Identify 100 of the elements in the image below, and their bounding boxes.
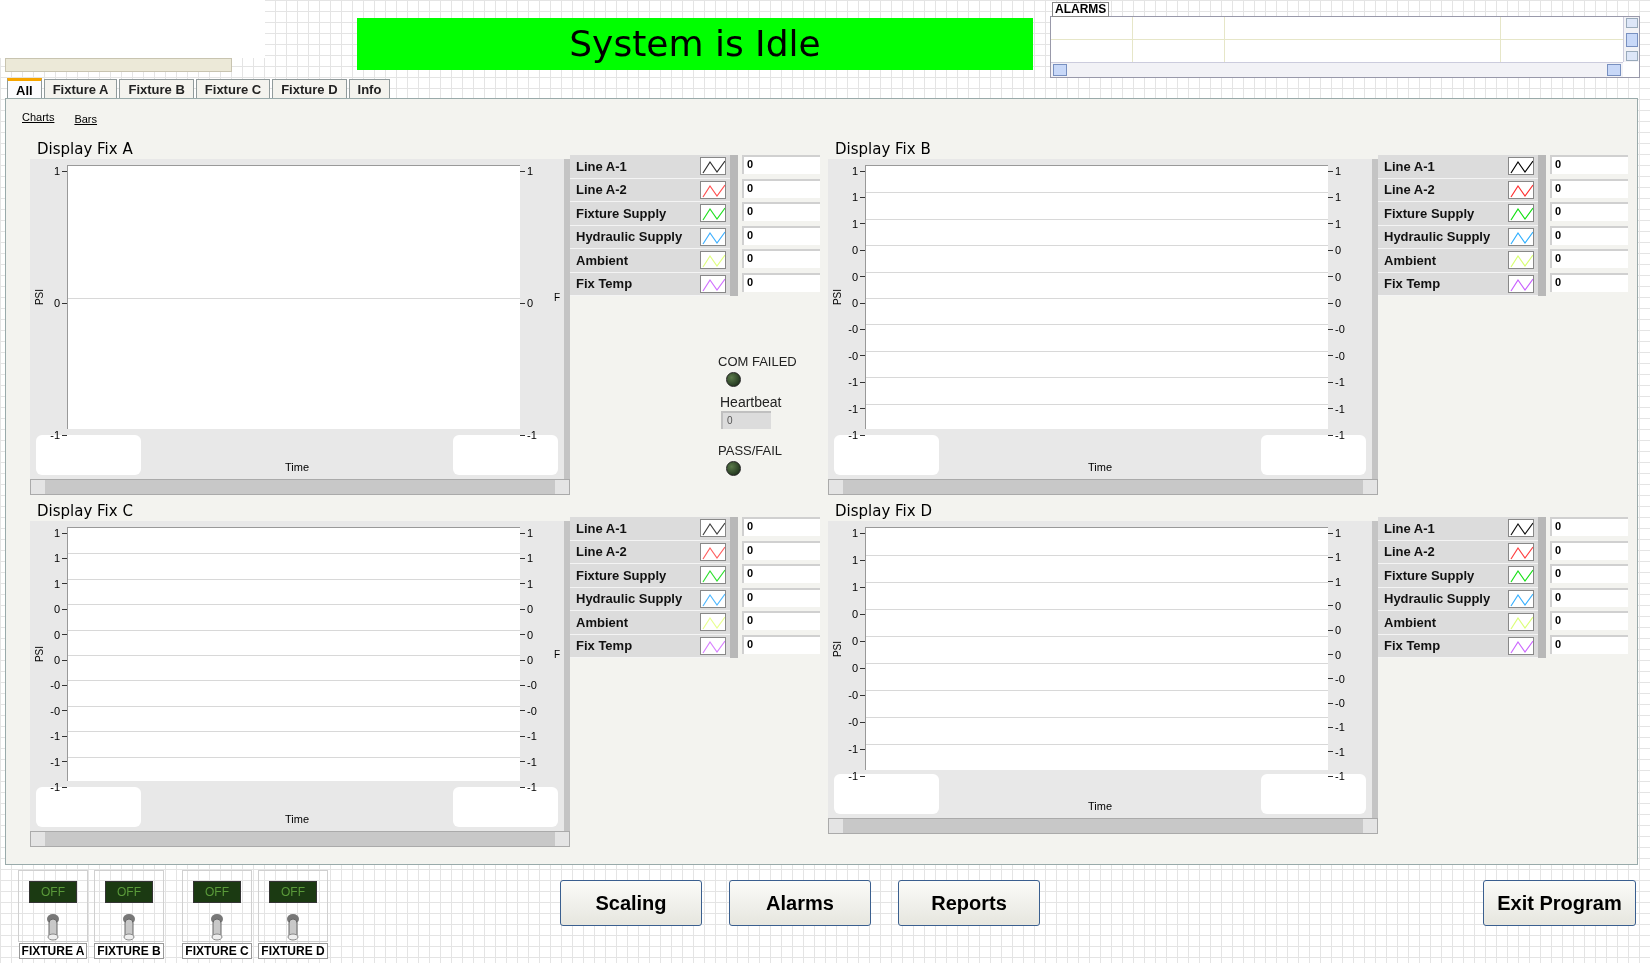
legend-label: Fixture Supply <box>576 566 667 585</box>
tick-label: -1 <box>1335 376 1345 389</box>
switch-label: FIXTURE D <box>258 943 328 959</box>
value-field: 0 <box>1550 634 1628 654</box>
chart-title: Display Fix B <box>835 139 932 159</box>
tick-label: -0 <box>50 704 60 717</box>
legend-label: Ambient <box>576 251 628 270</box>
value-field: 0 <box>742 272 820 292</box>
value-field: 0 <box>1550 540 1628 560</box>
tick-label: 1 <box>1335 575 1342 588</box>
action-button[interactable]: Scaling <box>560 880 702 926</box>
tab[interactable]: Fixture D <box>272 79 347 98</box>
tick-label: -1 <box>1335 721 1345 734</box>
axis-label: F <box>553 290 560 305</box>
value-field: 0 <box>742 517 820 536</box>
tick-label: -0 <box>848 716 858 728</box>
vertical-scrollbar[interactable] <box>1623 17 1639 62</box>
horizontal-scrollbar[interactable] <box>30 479 570 495</box>
tick-label: 0 <box>851 297 858 309</box>
tick-label: 1 <box>851 527 858 539</box>
legend-label: Hydraulic Supply <box>576 590 683 608</box>
tick-label: -0 <box>1335 697 1345 710</box>
tick-label: 0 <box>851 662 858 674</box>
value-field: 0 <box>742 611 820 630</box>
tick-label: -1 <box>848 770 858 782</box>
horizontal-scrollbar[interactable] <box>30 831 570 847</box>
view-link[interactable]: Bars <box>74 111 98 139</box>
switch-label: FIXTURE B <box>94 943 164 959</box>
tick-label: 0 <box>53 628 60 641</box>
value-field: 0 <box>1550 249 1628 268</box>
tick-label: 1 <box>53 165 60 177</box>
legend-label: Line A-2 <box>1384 543 1435 561</box>
indicator-label: Heartbeat <box>720 393 783 411</box>
horizontal-scrollbar[interactable] <box>828 479 1378 495</box>
legend-label: Ambient <box>1384 613 1436 632</box>
horizontal-scrollbar[interactable] <box>828 818 1378 834</box>
tab[interactable]: Info <box>348 79 391 98</box>
status-indicator: OFF <box>105 881 153 903</box>
value-field: 0 <box>1550 155 1628 174</box>
tab[interactable]: Fixture A <box>43 79 118 98</box>
toggle-switch[interactable] <box>44 911 62 941</box>
legend-label: Line A-1 <box>576 519 627 538</box>
tick-label: -1 <box>848 429 858 441</box>
legend-label: Line A-1 <box>576 157 627 176</box>
tick-label: 1 <box>1335 527 1342 539</box>
value-field: 0 <box>742 587 820 607</box>
tick-label: 0 <box>1335 270 1342 283</box>
tick-label: 1 <box>53 577 60 590</box>
status-banner: System is Idle <box>357 18 1033 70</box>
tick-label: 0 <box>851 270 858 283</box>
tick-label: 1 <box>851 191 858 204</box>
value-field: 0 <box>1550 202 1628 221</box>
action-button[interactable]: Alarms <box>729 880 871 926</box>
value-field: 0 <box>1550 587 1628 607</box>
value-field: 0 <box>742 634 820 654</box>
value-field: 0 <box>742 564 820 583</box>
exit-program-button[interactable]: Exit Program <box>1483 880 1636 926</box>
legend-label: Fix Temp <box>1384 637 1441 655</box>
chart-title: Display Fix C <box>37 501 134 521</box>
value-field: 0 <box>742 155 820 174</box>
legend-label: Line A-2 <box>1384 181 1435 199</box>
toggle-switch[interactable] <box>120 911 138 941</box>
tick-label: -0 <box>848 689 858 701</box>
tab[interactable]: Fixture B <box>119 79 194 98</box>
tick-label: 1 <box>53 527 60 539</box>
tick-label: -1 <box>527 730 537 743</box>
switch-label: FIXTURE C <box>182 943 252 959</box>
tick-label: 1 <box>851 581 858 593</box>
tab[interactable]: Fixture C <box>195 79 271 98</box>
tick-label: -1 <box>527 429 537 441</box>
legend-label: Hydraulic Supply <box>1384 590 1491 608</box>
tick-label: -1 <box>50 429 60 441</box>
tick-label: 1 <box>527 577 534 590</box>
tick-label: 1 <box>1335 165 1342 177</box>
indicator-label: COM FAILED <box>718 354 798 370</box>
tick-label: 0 <box>1335 624 1342 637</box>
legend-label: Hydraulic Supply <box>576 228 683 246</box>
tick-label: 1 <box>851 165 858 177</box>
legend-label: Line A-1 <box>1384 157 1435 176</box>
chart-title: Display Fix D <box>835 501 933 521</box>
tick-label: -1 <box>527 755 537 768</box>
tick-label: 0 <box>1335 648 1342 661</box>
view-link[interactable]: Charts <box>22 109 55 139</box>
tick-label: 0 <box>53 603 60 616</box>
axis-label: Time <box>284 813 309 825</box>
status-indicator: OFF <box>269 881 317 903</box>
tab[interactable]: All <box>7 78 42 98</box>
action-button[interactable]: Reports <box>898 880 1040 926</box>
tick-label: -1 <box>1335 402 1345 415</box>
axis-label: PSI <box>33 288 46 306</box>
toggle-switch[interactable] <box>284 911 302 941</box>
axis-label: Time <box>284 461 309 473</box>
chart-title: Display Fix A <box>37 139 134 159</box>
horizontal-scrollbar[interactable] <box>1051 62 1623 77</box>
legend-label: Hydraulic Supply <box>1384 228 1491 246</box>
tick-label: -1 <box>1335 429 1345 441</box>
tick-label: 0 <box>527 628 534 641</box>
legend-label: Fixture Supply <box>1384 566 1475 585</box>
tick-label: 0 <box>527 603 534 616</box>
toggle-switch[interactable] <box>208 911 226 941</box>
